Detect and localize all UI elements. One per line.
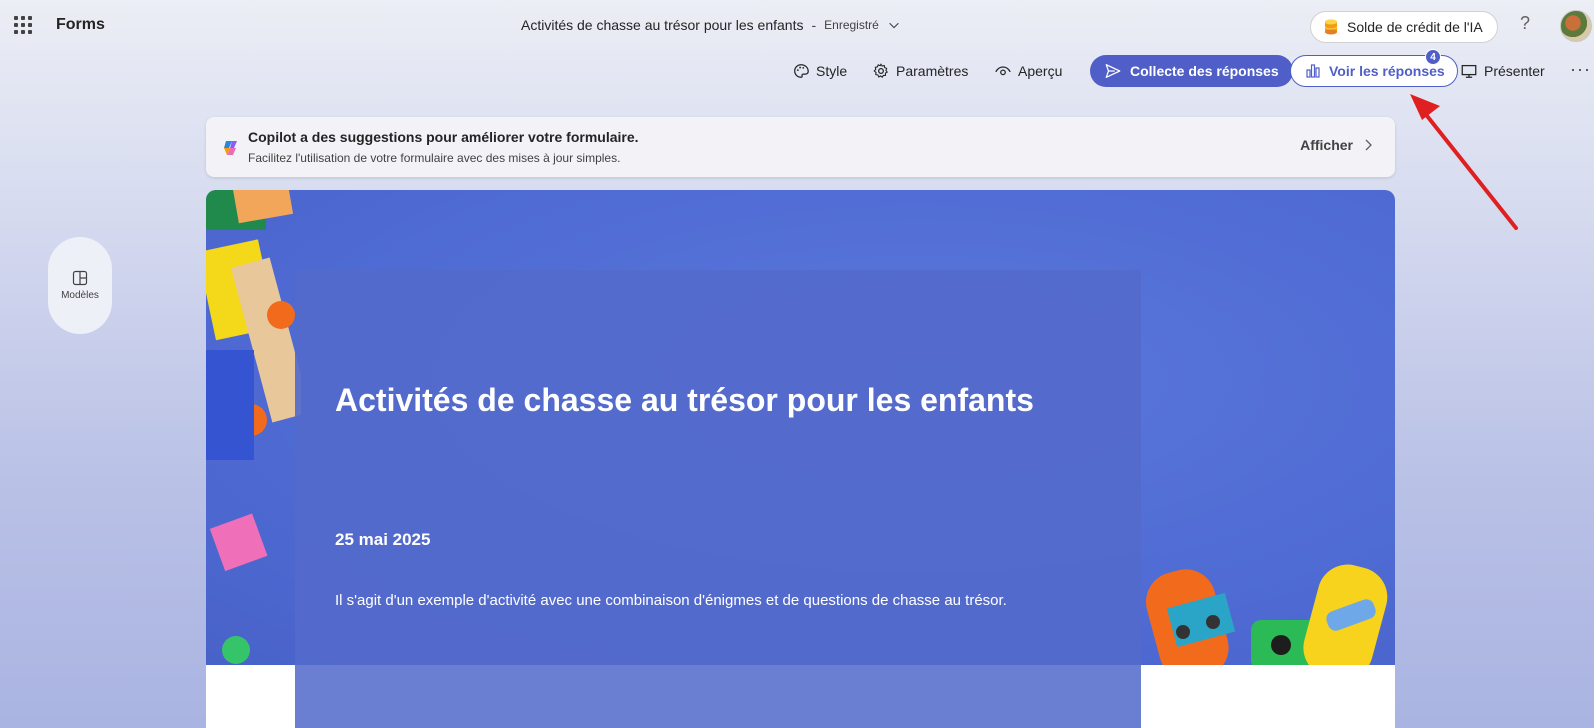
send-icon bbox=[1105, 64, 1121, 78]
copilot-show-button[interactable]: Afficher bbox=[1300, 137, 1373, 153]
preview-label: Aperçu bbox=[1018, 63, 1063, 79]
form-date: 25 mai 2025 bbox=[335, 530, 431, 549]
collect-responses-label: Collecte des réponses bbox=[1130, 63, 1279, 79]
gear-icon bbox=[873, 63, 888, 78]
templates-label: Modèles bbox=[61, 290, 99, 301]
bar-chart-icon bbox=[1306, 64, 1320, 78]
eye-icon bbox=[995, 66, 1011, 76]
collect-responses-button[interactable]: Collecte des réponses bbox=[1090, 55, 1293, 87]
top-bar: Forms Activités de chasse au trésor pour… bbox=[0, 0, 1594, 50]
app-name[interactable]: Forms bbox=[56, 16, 105, 34]
form-title[interactable]: Activités de chasse au trésor pour les e… bbox=[335, 382, 1034, 419]
templates-icon bbox=[72, 270, 88, 286]
settings-label: Paramètres bbox=[896, 63, 969, 79]
responses-count-badge: 4 bbox=[1425, 49, 1441, 65]
more-icon[interactable]: ··· bbox=[1570, 59, 1591, 80]
avatar[interactable] bbox=[1560, 10, 1592, 42]
present-icon bbox=[1461, 64, 1477, 78]
palette-icon bbox=[794, 64, 809, 78]
style-label: Style bbox=[816, 63, 848, 79]
view-responses-label: Voir les réponses bbox=[1329, 63, 1445, 79]
coin-stack-icon bbox=[1324, 19, 1338, 35]
style-button[interactable]: Style bbox=[792, 55, 847, 87]
chevron-right-icon bbox=[1365, 139, 1372, 151]
annotation-arrow-icon bbox=[1410, 94, 1518, 230]
help-icon[interactable]: ? bbox=[1520, 13, 1530, 34]
document-title: Activités de chasse au trésor pour les e… bbox=[521, 17, 804, 33]
preview-button[interactable]: Aperçu bbox=[994, 55, 1062, 87]
copilot-banner-subtitle: Facilitez l'utilisation de votre formula… bbox=[248, 151, 621, 165]
settings-button[interactable]: Paramètres bbox=[872, 55, 968, 87]
chevron-down-icon[interactable] bbox=[887, 18, 901, 32]
toys-decoration-right bbox=[1145, 564, 1388, 665]
document-title-area[interactable]: Activités de chasse au trésor pour les e… bbox=[521, 17, 901, 33]
copilot-suggestions-banner: Copilot a des suggestions pour améliorer… bbox=[206, 117, 1395, 177]
copilot-icon bbox=[224, 141, 237, 155]
ai-credit-label: Solde de crédit de l'IA bbox=[1347, 19, 1483, 35]
waffle-icon[interactable] bbox=[14, 16, 32, 34]
toys-decoration-left bbox=[206, 190, 301, 664]
present-label: Présenter bbox=[1484, 63, 1545, 79]
templates-button[interactable]: Modèles bbox=[48, 237, 112, 334]
copilot-banner-title: Copilot a des suggestions pour améliorer… bbox=[248, 129, 639, 145]
command-bar: Style Paramètres Aperçu Collecte des rép… bbox=[0, 49, 1594, 87]
form-title-panel bbox=[295, 270, 1141, 728]
form-header: Activités de chasse au trésor pour les e… bbox=[206, 190, 1395, 728]
title-separator: - bbox=[811, 17, 817, 33]
ai-credit-button[interactable]: Solde de crédit de l'IA bbox=[1310, 11, 1498, 43]
form-description[interactable]: Il s'agit d'un exemple d'activité avec u… bbox=[335, 591, 1015, 610]
copilot-show-label: Afficher bbox=[1300, 137, 1353, 153]
save-status: Enregistré bbox=[824, 18, 879, 32]
